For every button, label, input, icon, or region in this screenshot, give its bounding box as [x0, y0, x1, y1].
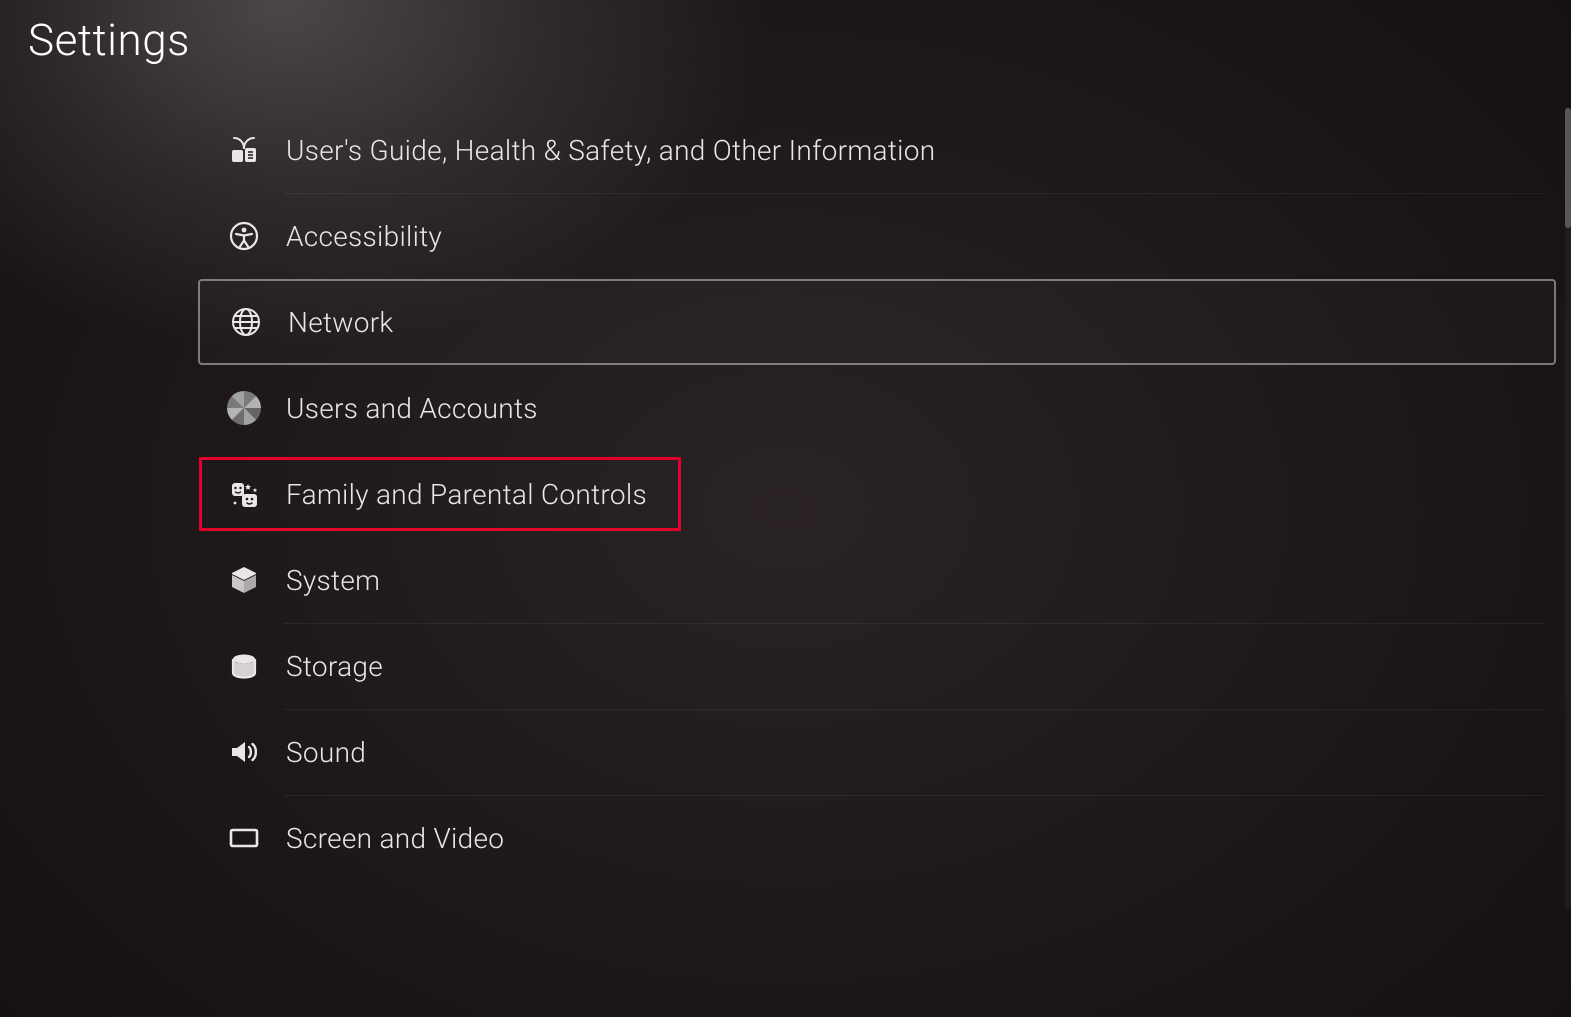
cube-icon [226, 562, 262, 598]
screen-icon [226, 820, 262, 856]
menu-item-family[interactable]: Family and Parental Controls [200, 458, 680, 530]
family-icon [226, 476, 262, 512]
globe-icon [228, 304, 264, 340]
guide-icon [226, 132, 262, 168]
menu-item-network[interactable]: Network [198, 279, 1556, 365]
menu-item-users[interactable]: Users and Accounts [200, 365, 1366, 451]
menu-item-label: User's Guide, Health & Safety, and Other… [286, 134, 935, 167]
menu-item-screen[interactable]: Screen and Video [200, 795, 1366, 881]
page-title: Settings [28, 14, 190, 66]
menu-item-accessibility[interactable]: Accessibility [200, 193, 1366, 279]
scrollbar-thumb[interactable] [1565, 108, 1571, 228]
settings-menu: User's Guide, Health & Safety, and Other… [200, 107, 1366, 881]
menu-item-label: Users and Accounts [286, 392, 538, 425]
menu-item-label: System [286, 564, 380, 597]
menu-item-label: Screen and Video [286, 822, 504, 855]
accessibility-icon [226, 218, 262, 254]
scrollbar-track [1565, 108, 1571, 909]
menu-item-system[interactable]: System [200, 537, 1366, 623]
menu-item-label: Accessibility [286, 220, 442, 253]
menu-item-label: Family and Parental Controls [286, 478, 647, 511]
menu-item-label: Storage [286, 650, 383, 683]
menu-item-label: Sound [286, 736, 366, 769]
storage-icon [226, 648, 262, 684]
menu-item-label: Network [288, 306, 393, 339]
sound-icon [226, 734, 262, 770]
menu-item-storage[interactable]: Storage [200, 623, 1366, 709]
menu-item-sound[interactable]: Sound [200, 709, 1366, 795]
menu-item-guide[interactable]: User's Guide, Health & Safety, and Other… [200, 107, 1366, 193]
avatar-icon [226, 390, 262, 426]
